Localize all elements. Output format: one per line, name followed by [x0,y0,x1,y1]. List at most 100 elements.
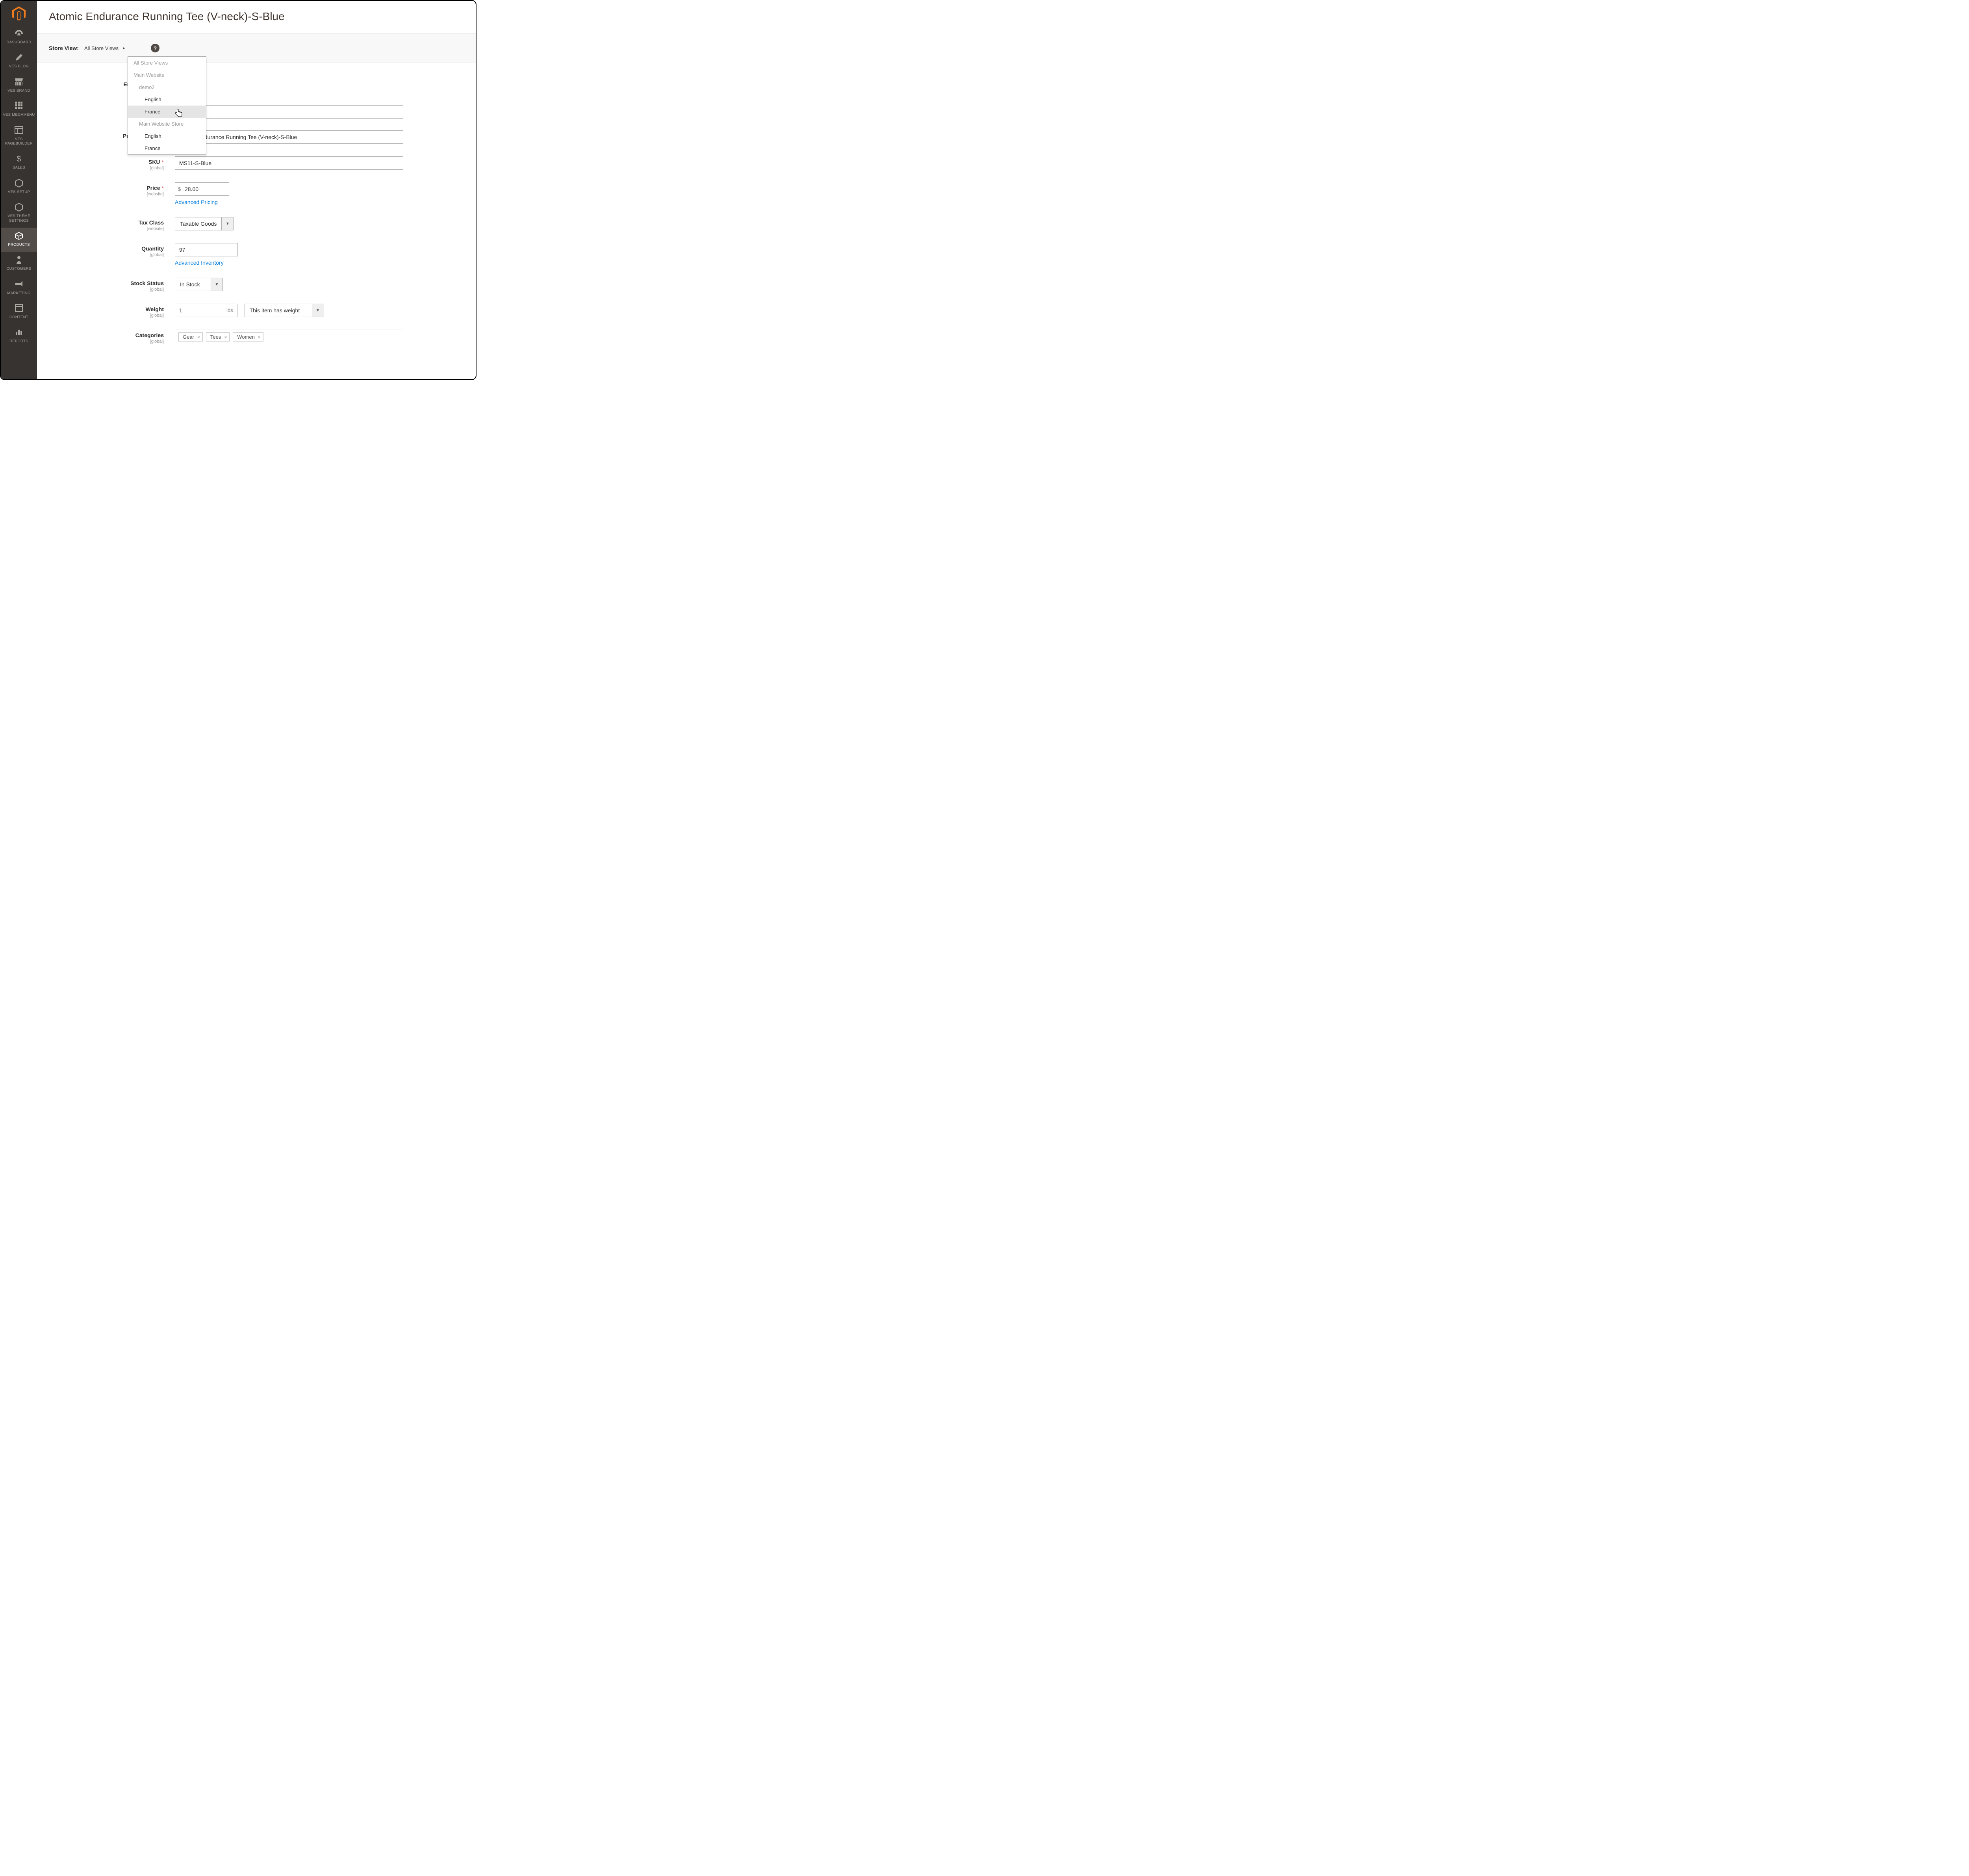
category-chip-tees[interactable]: Tees× [206,332,230,341]
hexagon-icon [2,203,35,212]
store-view-label: Store View: [49,45,79,51]
price-input[interactable] [175,182,229,196]
stock-status-select[interactable]: In Stock ▼ [175,278,223,291]
layout-icon [2,126,35,135]
product-name-input[interactable] [175,130,403,144]
sidebar-item-sales[interactable]: $ SALES [1,150,37,174]
sidebar-item-label: VES BRAND [7,89,30,93]
sidebar-item-label: SALES [13,165,25,170]
store-view-selector[interactable]: All Store Views ▲ [84,45,126,51]
sidebar-item-ves-theme-settings[interactable]: VES THEME SETTINGS [1,199,37,228]
field-price: Price* [website] $ Advanced Pricing [49,182,464,205]
stock-status-label: Stock Status [130,280,164,286]
dropdown-item-english-2[interactable]: English [128,130,206,142]
field-enable-product: Enable Product [website] Yes [49,79,464,93]
weight-input-group: lbs [175,304,237,317]
field-categories: Categories [global] Gear× Tees× Women× [49,330,464,344]
page-icon [2,304,35,313]
remove-chip-icon[interactable]: × [197,334,200,340]
field-sku: SKU* [global] [49,156,464,171]
sidebar-item-label: VES THEME SETTINGS [7,214,30,223]
advanced-inventory-link[interactable]: Advanced Inventory [175,260,224,266]
page-title: Atomic Endurance Running Tee (V-neck)-S-… [37,1,476,33]
remove-chip-icon[interactable]: × [224,334,227,340]
dollar-icon: $ [2,154,35,163]
weight-unit: lbs [222,304,237,317]
sidebar-item-label: VES MEGAMENU [3,113,35,117]
sidebar-item-ves-pagebuilder[interactable]: VES PAGEBUILDER [1,122,37,151]
stock-status-value: In Stock [175,278,211,291]
category-chip-women[interactable]: Women× [233,332,263,341]
sidebar-item-reports[interactable]: REPORTS [1,324,37,348]
price-currency: $ [178,186,181,192]
sidebar-item-content[interactable]: CONTENT [1,300,37,324]
sku-scope: [global] [49,166,164,171]
dropdown-item-france-2[interactable]: France [128,142,206,154]
gauge-icon [2,29,35,38]
dropdown-item-france[interactable]: France [128,106,206,118]
weight-label: Weight [146,306,164,312]
store-icon [2,78,35,86]
sidebar-item-label: VES PAGEBUILDER [5,137,33,146]
quantity-scope: [global] [49,252,164,257]
sku-input[interactable] [175,156,403,170]
stock-status-scope: [global] [49,287,164,292]
field-quantity: Quantity [global] Advanced Inventory [49,243,464,266]
store-view-bar: Store View: All Store Views ▲ ? All Stor… [37,33,476,63]
attribute-set-input[interactable] [175,105,403,119]
sidebar-item-label: VES SETUP [8,190,30,194]
categories-scope: [global] [49,339,164,344]
weight-type-value: This item has weight [245,304,312,317]
remove-chip-icon[interactable]: × [258,334,261,340]
advanced-pricing-link[interactable]: Advanced Pricing [175,199,218,205]
hexagon-icon [2,179,35,187]
sidebar-item-ves-setup[interactable]: VES SETUP [1,175,37,199]
sidebar-item-label: MARKETING [7,291,30,295]
tax-class-value: Taxable Goods [175,217,221,230]
category-chip-gear[interactable]: Gear× [178,332,203,341]
chevron-down-icon: ▼ [312,304,324,317]
magento-logo[interactable] [12,1,26,25]
dropdown-item-main-website: Main Website [128,69,206,81]
weight-type-select[interactable]: This item has weight ▼ [245,304,324,317]
box-icon [2,232,35,240]
megaphone-icon [2,280,35,289]
categories-chips[interactable]: Gear× Tees× Women× [175,330,403,344]
field-product-name: Product Name* [store view] [49,130,464,145]
help-icon[interactable]: ? [151,44,159,52]
sidebar-item-label: CONTENT [9,315,28,319]
weight-scope: [global] [49,313,164,318]
sidebar-item-label: VES BLOG [9,64,29,69]
dropdown-item-main-website-store: Main Website Store [128,118,206,130]
field-attribute-set: Attribute Set [49,105,464,119]
chevron-down-icon: ▼ [211,278,222,291]
chevron-down-icon: ▼ [221,217,233,230]
quantity-label: Quantity [141,245,164,252]
dropdown-item-english[interactable]: English [128,93,206,106]
categories-label: Categories [135,332,164,338]
sidebar-item-marketing[interactable]: MARKETING [1,276,37,300]
sidebar-item-ves-megamenu[interactable]: VES MEGAMENU [1,98,37,122]
store-view-value: All Store Views [84,45,119,51]
product-form: Enable Product [website] Yes Attribute S… [37,63,476,356]
dropdown-item-all-store-views[interactable]: All Store Views [128,57,206,69]
sidebar-item-products[interactable]: PRODUCTS [1,228,37,252]
sidebar-item-ves-brand[interactable]: VES BRAND [1,74,37,98]
price-label: Price* [146,185,164,191]
sidebar-item-label: DASHBOARD [7,40,32,45]
quantity-input[interactable] [175,243,238,256]
pencil-icon [2,53,35,62]
dropdown-item-demo2: demo2 [128,81,206,93]
main-content: Atomic Endurance Running Tee (V-neck)-S-… [37,1,476,379]
field-tax-class: Tax Class [website] Taxable Goods ▼ [49,217,464,231]
chart-icon [2,328,35,337]
weight-input[interactable] [175,304,222,317]
sidebar-item-customers[interactable]: CUSTOMERS [1,252,37,276]
tax-class-select[interactable]: Taxable Goods ▼ [175,217,234,230]
sidebar-item-dashboard[interactable]: DASHBOARD [1,25,37,49]
sidebar-item-ves-blog[interactable]: VES BLOG [1,49,37,73]
store-view-dropdown: All Store Views Main Website demo2 Engli… [128,56,206,155]
tax-class-scope: [website] [49,226,164,231]
sidebar-item-label: CUSTOMERS [6,267,31,271]
field-stock-status: Stock Status [global] In Stock ▼ [49,278,464,292]
